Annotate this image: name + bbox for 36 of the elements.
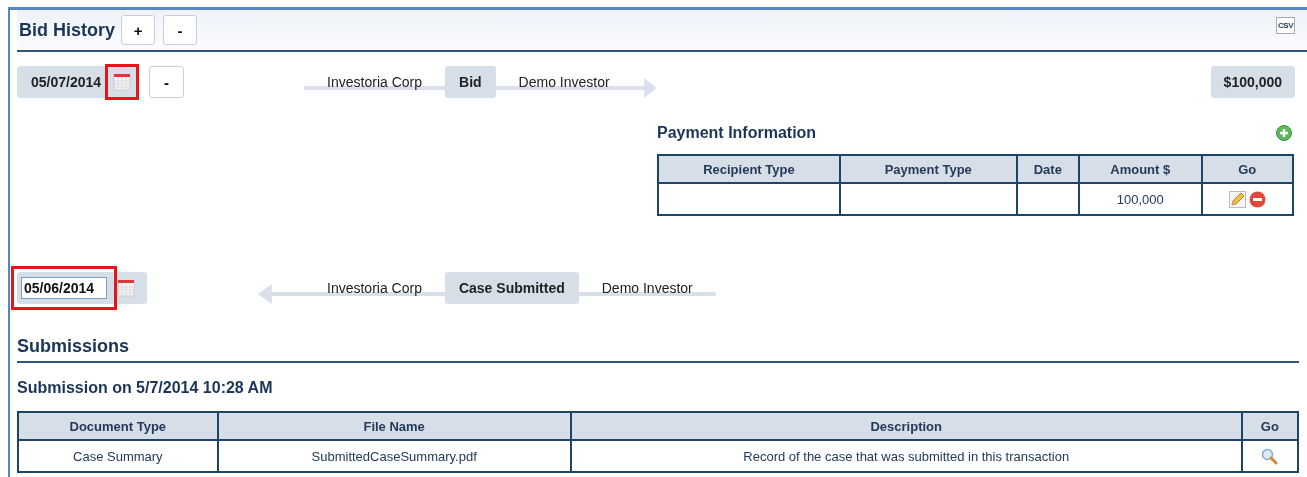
action-label: Bid <box>445 66 496 98</box>
submission-title: Submission on 5/7/2014 10:28 AM <box>17 379 274 397</box>
table-cell: SubmittedCaseSummary.pdf <box>217 440 571 472</box>
header-button[interactable]: - <box>163 15 197 45</box>
date-input[interactable]: 05/06/2014 <box>21 277 107 299</box>
search-icon[interactable] <box>1261 447 1279 465</box>
date-text: 05/07/2014 <box>30 74 103 90</box>
column-header: Amount $ <box>1078 155 1202 183</box>
edit-pencil-icon[interactable] <box>1228 190 1246 208</box>
table-cell: 100,000 <box>1078 183 1202 215</box>
remove-button[interactable]: - <box>149 66 185 98</box>
header-button[interactable]: + <box>121 15 155 45</box>
csv-export-icon[interactable]: CSV <box>1276 16 1295 34</box>
column-header: Go <box>1241 412 1298 440</box>
column-header: File Name <box>217 412 571 440</box>
column-header: Date <box>1016 155 1079 183</box>
party-label: Investoria Corp <box>326 280 423 296</box>
action-label: Case Submitted <box>444 272 579 304</box>
table-cell: Case Summary <box>18 440 218 472</box>
panel-title: Bid History <box>19 19 115 41</box>
amount-label: $100,000 <box>1210 66 1295 98</box>
add-icon[interactable] <box>1276 125 1292 141</box>
delete-icon[interactable] <box>1248 190 1266 208</box>
section-title: Payment Information <box>657 124 817 142</box>
column-header: Recipient Type <box>658 155 840 183</box>
party-label: Demo Investor <box>517 74 611 90</box>
calendar-icon[interactable] <box>117 279 135 297</box>
column-header: Description <box>570 412 1242 440</box>
table-cell: Record of the case that was submitted in this transaction <box>570 440 1242 472</box>
column-header: Payment Type <box>839 155 1017 183</box>
party-label: Investoria Corp <box>326 74 423 90</box>
section-title: Submissions <box>17 336 131 357</box>
column-header: Document Type <box>18 412 218 440</box>
party-label: Demo Investor <box>600 280 694 296</box>
calendar-icon[interactable] <box>113 73 132 91</box>
column-header: Go <box>1201 155 1293 183</box>
